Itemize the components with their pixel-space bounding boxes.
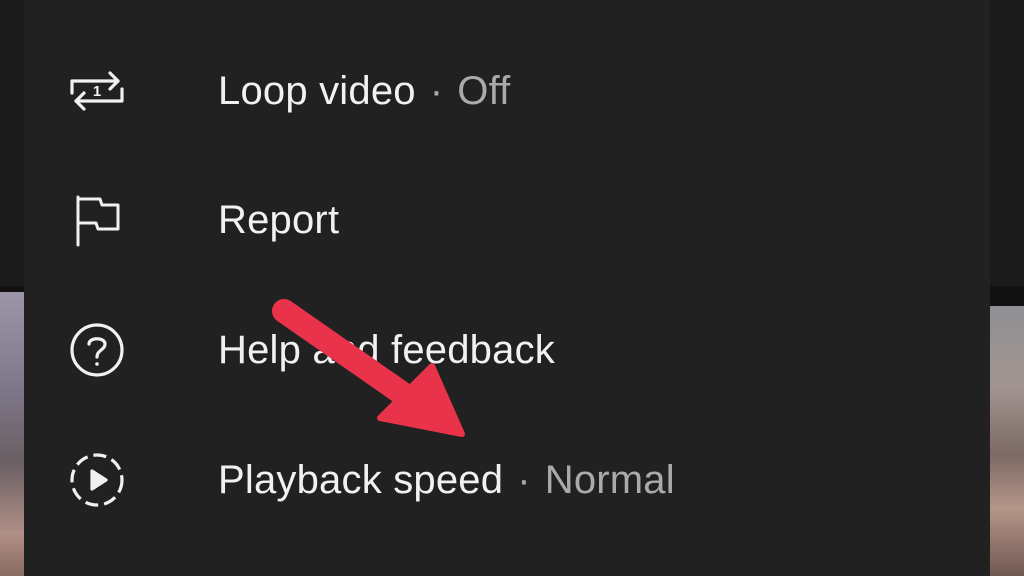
playback-speed-value: Normal [544,457,675,502]
menu-item-label: Report [218,197,340,242]
screen: 1 Loop video · Off Report Help and feedb… [0,0,1024,576]
help-circle-icon [66,319,128,381]
menu-item-help-and-feedback[interactable]: Help and feedback [24,295,990,405]
playback-speed-icon [66,449,128,511]
menu-item-loop-video[interactable]: 1 Loop video · Off [24,36,990,146]
separator-dot: · [429,68,444,113]
menu-item-label: Playback speed · Normal [218,457,675,502]
menu-item-label: Loop video · Off [218,68,511,113]
more-options-menu: 1 Loop video · Off Report Help and feedb… [24,0,990,576]
loop-video-status: Off [457,68,511,113]
separator-dot: · [517,457,531,502]
background-video-thumbnail-right [990,306,1024,576]
background-video-thumbnail-left [0,292,24,576]
menu-item-playback-speed[interactable]: Playback speed · Normal [24,425,990,535]
flag-icon [66,189,128,251]
menu-item-report[interactable]: Report [24,165,990,275]
svg-text:1: 1 [93,83,101,100]
loop-one-icon: 1 [66,60,128,122]
menu-item-label: Help and feedback [218,327,555,372]
